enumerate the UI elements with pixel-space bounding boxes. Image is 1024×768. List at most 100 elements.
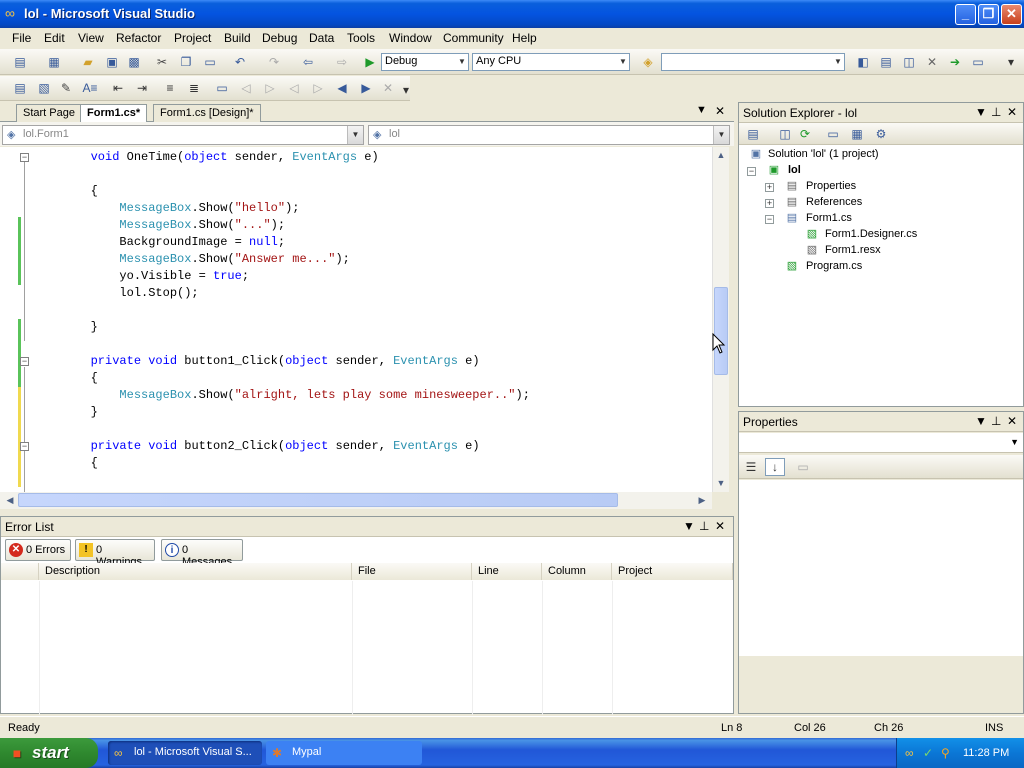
show-all-files-icon[interactable]: ◫ (777, 126, 793, 142)
code-editor[interactable]: − − − void OneTime(object sender, EventA… (0, 147, 712, 492)
menu-tools[interactable]: Tools (347, 31, 375, 45)
menu-window[interactable]: Window (389, 31, 432, 45)
pin-icon[interactable]: ⊥ (991, 414, 1001, 428)
title-bar[interactable]: ∞ lol - Microsoft Visual Studio _ ❐ ✕ (0, 0, 1024, 28)
toolbox-icon[interactable]: ✕ (924, 54, 940, 70)
close-button[interactable]: ✕ (1001, 4, 1022, 25)
column-header-file[interactable]: File (352, 563, 472, 580)
start-page-icon[interactable]: ➔ (947, 54, 963, 70)
toggle-bookmark-icon[interactable]: ▭ (214, 80, 230, 96)
editor-vertical-scrollbar[interactable]: ▲ ▼ (712, 147, 729, 492)
menu-project[interactable]: Project (174, 31, 211, 45)
property-grid[interactable] (739, 480, 1023, 656)
collapse-region-icon[interactable]: − (20, 153, 29, 162)
tab-form1-design[interactable]: Form1.cs [Design]* (153, 104, 261, 122)
close-icon[interactable]: ✕ (1007, 414, 1017, 428)
next-bookmark-document-icon[interactable]: ▶ (358, 80, 374, 96)
menu-view[interactable]: View (78, 31, 104, 45)
next-bookmark-icon[interactable]: ▷ (262, 80, 278, 96)
categorized-icon[interactable]: ☰ (743, 459, 759, 475)
messages-filter-button[interactable]: i 0 Messages (161, 539, 243, 568)
menu-debug[interactable]: Debug (262, 31, 297, 45)
close-icon[interactable]: ✕ (715, 519, 725, 533)
display-object-member-list-icon[interactable]: ▤ (12, 80, 28, 96)
previous-bookmark-document-icon[interactable]: ◀ (334, 80, 350, 96)
close-icon[interactable]: ✕ (1007, 105, 1017, 119)
previous-bookmark-icon[interactable]: ◁ (238, 80, 254, 96)
object-browser-icon[interactable]: ◫ (901, 54, 917, 70)
properties-window-icon[interactable]: ▤ (878, 54, 894, 70)
errors-filter-button[interactable]: ✕ 0 Errors (5, 539, 71, 561)
warnings-filter-button[interactable]: ! 0 Warnings (75, 539, 155, 568)
add-item-icon[interactable]: ▦ (46, 54, 62, 70)
taskbar-item-visual-studio[interactable]: ∞ lol - Microsoft Visual S... (108, 741, 262, 765)
copy-icon[interactable]: ❐ (178, 54, 194, 70)
column-header-project[interactable]: Project (612, 563, 733, 580)
members-combo[interactable]: ◈ lol ▼ (368, 125, 730, 145)
pin-icon[interactable]: ⊥ (991, 105, 1001, 119)
save-all-icon[interactable]: ▩ (126, 54, 142, 70)
increase-indent-icon[interactable]: ⇥ (134, 80, 150, 96)
view-code-icon[interactable]: ▭ (825, 126, 841, 142)
taskbar-item-mypal[interactable]: ✱ Mypal (266, 741, 422, 765)
new-project-icon[interactable]: ▤ (12, 54, 28, 70)
cut-icon[interactable]: ✂ (154, 54, 170, 70)
comment-lines-icon[interactable]: ≡ (162, 80, 178, 96)
next-bookmark-folder-icon[interactable]: ▷ (310, 80, 326, 96)
horizontal-scroll-thumb[interactable] (18, 493, 618, 507)
menu-community[interactable]: Community (443, 31, 504, 45)
panel-dropdown-icon[interactable]: ▼ (975, 105, 987, 119)
find-in-files-icon[interactable]: ◈ (640, 54, 656, 70)
scroll-down-arrow[interactable]: ▼ (713, 475, 729, 491)
menu-refactor[interactable]: Refactor (116, 31, 161, 45)
scroll-right-arrow[interactable]: ▶ (694, 492, 710, 508)
properties-icon[interactable]: ▤ (745, 126, 761, 142)
minimize-button[interactable]: _ (955, 4, 976, 25)
expand-properties-icon[interactable]: + (765, 183, 774, 192)
open-file-icon[interactable]: ▰ (80, 54, 96, 70)
active-files-dropdown[interactable]: ▼ (696, 104, 707, 116)
expand-references-icon[interactable]: + (765, 199, 774, 208)
tab-form1-cs[interactable]: Form1.cs* (80, 104, 148, 122)
types-combo[interactable]: ◈ lol.Form1 ▼ (2, 125, 364, 145)
view-designer-icon[interactable]: ▦ (849, 126, 865, 142)
previous-bookmark-folder-icon[interactable]: ◁ (286, 80, 302, 96)
paste-icon[interactable]: ▭ (202, 54, 218, 70)
vertical-scroll-thumb[interactable] (714, 287, 728, 375)
solution-platform-select[interactable]: Any CPU ▼ (472, 53, 630, 71)
collapse-project-icon[interactable]: − (747, 167, 756, 176)
tray-icon-network[interactable]: ✓ (923, 746, 933, 760)
toolbar-options-icon[interactable]: ▾ (398, 82, 414, 98)
tray-icon-vs[interactable]: ∞ (905, 746, 914, 760)
column-header-line[interactable]: Line (472, 563, 542, 580)
undo-icon[interactable]: ↶ (232, 54, 248, 70)
solution-explorer-icon[interactable]: ◧ (855, 54, 871, 70)
column-header-icon[interactable] (1, 563, 39, 580)
collapse-region-icon[interactable]: − (20, 442, 29, 451)
object-selector-combo[interactable]: ▼ (739, 433, 1023, 453)
menu-help[interactable]: Help (512, 31, 537, 45)
panel-dropdown-icon[interactable]: ▼ (975, 414, 987, 428)
clear-bookmarks-icon[interactable]: ✕ (380, 80, 396, 96)
complete-word-icon[interactable]: A≡ (82, 80, 98, 96)
solution-configuration-select[interactable]: Debug ▼ (381, 53, 469, 71)
property-pages-icon[interactable]: ▭ (795, 459, 811, 475)
menu-build[interactable]: Build (224, 31, 251, 45)
editor-horizontal-scrollbar[interactable]: ◀ ▶ (0, 492, 712, 509)
pin-icon[interactable]: ⊥ (699, 519, 709, 533)
find-combo[interactable]: ▼ (661, 53, 845, 71)
save-icon[interactable]: ▣ (104, 54, 120, 70)
column-header-column[interactable]: Column (542, 563, 612, 580)
column-header-description[interactable]: Description (39, 563, 352, 580)
close-document-button[interactable]: ✕ (715, 104, 725, 118)
start-debugging-icon[interactable]: ▶ (362, 54, 378, 70)
maximize-button[interactable]: ❐ (978, 4, 999, 25)
navigate-backward-icon[interactable]: ⇦ (300, 54, 316, 70)
menu-data[interactable]: Data (309, 31, 334, 45)
command-window-icon[interactable]: ▭ (970, 54, 986, 70)
navigate-forward-icon[interactable]: ⇨ (334, 54, 350, 70)
alphabetical-icon[interactable]: ↓ (765, 458, 785, 476)
scroll-left-arrow[interactable]: ◀ (2, 492, 18, 508)
collapse-form1-icon[interactable]: − (765, 215, 774, 224)
panel-dropdown-icon[interactable]: ▼ (683, 519, 695, 533)
